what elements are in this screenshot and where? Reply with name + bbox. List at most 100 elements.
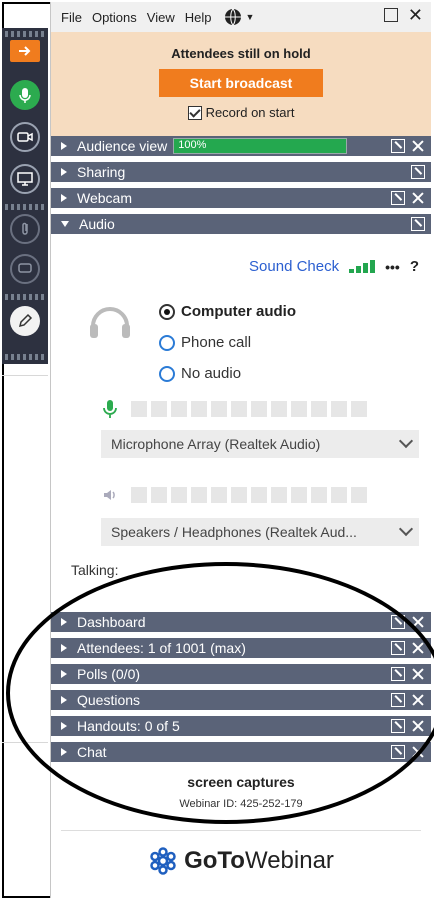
chat-bubble-icon [18,263,32,273]
microphone-icon [103,400,117,418]
close-icon[interactable] [411,191,425,205]
speaker-select-value: Speakers / Headphones (Realtek Aud... [111,524,357,540]
speaker-level-meter [101,486,367,504]
option-phone-call[interactable]: Phone call [159,327,296,358]
handout-icon [22,222,28,235]
expand-arrow-icon [61,722,67,730]
more-options-button[interactable]: ••• [385,259,400,275]
popout-icon[interactable] [391,139,405,153]
pane-audience-view[interactable]: Audience view 100% [51,136,431,158]
popout-icon[interactable] [391,719,405,733]
start-broadcast-button[interactable]: Start broadcast [159,69,323,97]
radio-computer-audio[interactable] [159,303,175,320]
close-icon[interactable] [411,641,425,655]
pane-sharing[interactable]: Sharing [51,162,431,184]
popout-icon[interactable] [391,667,405,681]
microphone-select[interactable]: Microphone Array (Realtek Audio) [101,430,419,458]
language-menu[interactable]: ▼ [223,7,254,27]
menu-view[interactable]: View [147,10,175,25]
menu-help[interactable]: Help [185,10,212,25]
drawing-tools-button[interactable] [10,306,40,336]
screen-share-icon [17,172,33,186]
pane-webcam-label: Webcam [77,190,132,206]
option-computer-audio[interactable]: Computer audio [159,296,296,327]
toolbar-grip-lower [5,294,45,300]
close-icon[interactable] [411,615,425,629]
popout-icon[interactable] [391,745,405,759]
option-no-audio-label: No audio [181,365,242,382]
pane-attendees-label: Attendees: 1 of 1001 (max) [77,640,246,656]
expand-arrow-icon [61,696,67,704]
talking-label: Talking: [71,562,119,578]
handout-button[interactable] [10,214,40,244]
pane-polls-label: Polls (0/0) [77,666,141,682]
headset-icon [90,307,130,338]
sound-check-row: Sound Check ••• ? [249,258,419,275]
toolbar-grip-top[interactable] [5,31,45,37]
expand-arrow-icon [61,194,67,202]
chevron-down-icon: ▼ [245,12,255,22]
close-icon[interactable] [411,745,425,759]
sound-check-link[interactable]: Sound Check [249,258,339,275]
audience-view-progress: 100% [173,138,348,154]
radio-no-audio[interactable] [159,365,175,382]
chat-button[interactable] [10,254,40,284]
record-checkbox[interactable] [187,105,202,120]
screen-share-button[interactable] [10,164,40,194]
radio-phone-call[interactable] [159,334,175,351]
broadcast-panel: Attendees still on hold Start broadcast … [51,32,431,136]
collapse-panel-button[interactable] [10,40,40,62]
close-icon[interactable] [411,667,425,681]
pane-webcam[interactable]: Webcam [51,188,431,210]
chevron-down-icon [398,521,414,537]
pane-chat-label: Chat [77,744,107,760]
session-title: screen captures [187,774,295,790]
expand-arrow-icon [61,142,67,150]
expand-arrow-icon [61,670,67,678]
microphone-button[interactable] [10,80,40,110]
gotowebinar-logo-icon [150,847,176,875]
microphone-icon [19,88,31,103]
webcam-icon [17,132,33,142]
menu-file[interactable]: File [61,10,82,25]
close-icon[interactable] [411,719,425,733]
pane-dashboard[interactable]: Dashboard [51,612,431,634]
globe-icon [225,8,242,26]
pane-chat[interactable]: Chat [51,742,431,764]
close-icon[interactable] [411,139,425,153]
speaker-select[interactable]: Speakers / Headphones (Realtek Aud... [101,518,419,546]
popout-icon[interactable] [391,615,405,629]
popout-icon[interactable] [391,693,405,707]
popout-icon[interactable] [411,165,425,179]
option-no-audio[interactable]: No audio [159,358,296,389]
pane-polls[interactable]: Polls (0/0) [51,664,431,686]
audio-mode-options: Computer audio Phone call No audio [159,296,296,389]
left-divider-lower [2,742,48,743]
record-on-start-label: Record on start [205,105,295,120]
expand-arrow-icon [61,748,67,756]
menu-options[interactable]: Options [92,10,137,25]
popout-icon[interactable] [411,217,425,231]
webcam-button[interactable] [10,122,40,152]
pane-handouts[interactable]: Handouts: 0 of 5 [51,716,431,738]
close-window-icon[interactable]: ✕ [408,6,423,24]
close-icon[interactable] [411,693,425,707]
pane-questions[interactable]: Questions [51,690,431,712]
pane-dashboard-label: Dashboard [77,614,146,630]
pane-attendees[interactable]: Attendees: 1 of 1001 (max) [51,638,431,660]
option-phone-call-label: Phone call [181,334,252,351]
popout-window-icon[interactable] [383,8,398,22]
control-panel: File Options View Help ▼ ✕ Attendees sti… [50,2,431,898]
pane-audio[interactable]: Audio [51,214,431,236]
pen-icon [18,313,33,328]
menu-bar: File Options View Help ▼ ✕ [51,2,431,32]
signal-icon [349,260,376,273]
option-computer-audio-label: Computer audio [181,303,296,320]
record-on-start[interactable]: Record on start [51,105,431,120]
expand-arrow-icon [61,644,67,652]
popout-icon[interactable] [391,641,405,655]
toolbar-grip-bottom[interactable] [5,354,45,360]
expand-arrow-icon [61,618,67,626]
popout-icon[interactable] [391,191,405,205]
help-button[interactable]: ? [410,258,419,275]
